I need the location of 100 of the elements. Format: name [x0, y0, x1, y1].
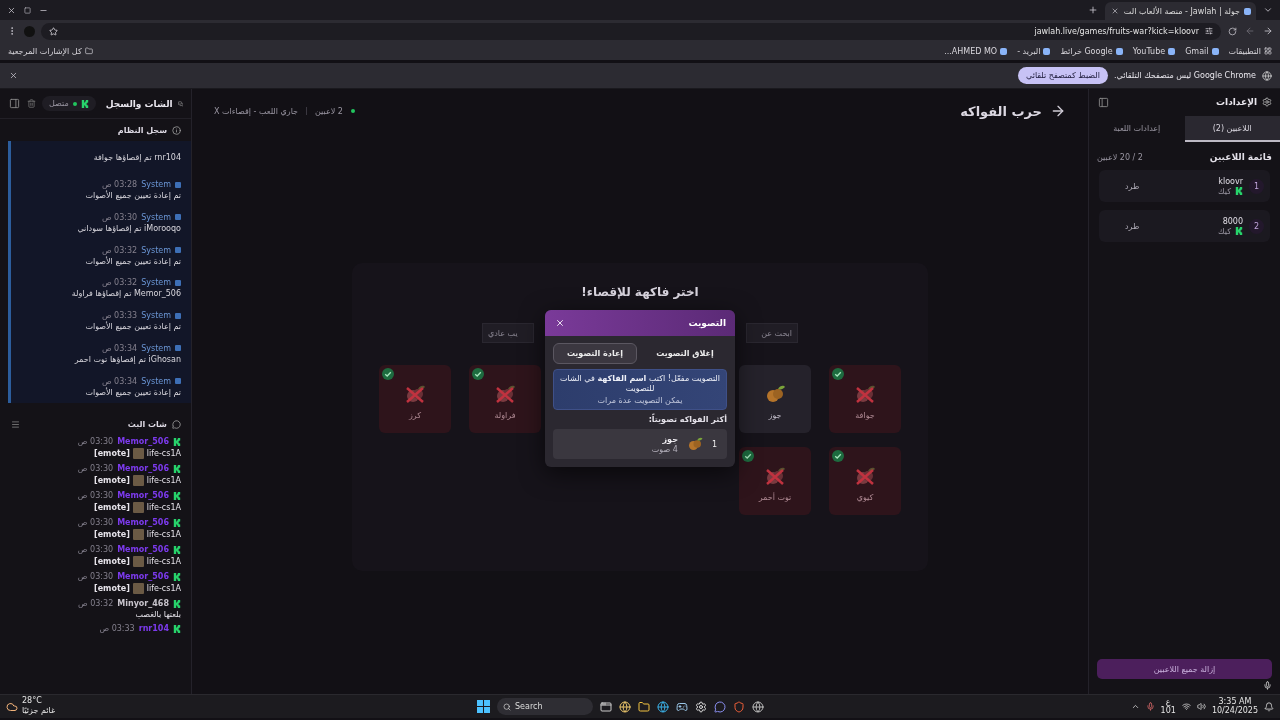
bookmark-link[interactable]: YouTube — [1132, 46, 1176, 56]
bookmark-link[interactable]: التطبيقات — [1228, 46, 1272, 56]
fruit-card[interactable]: فراولة — [469, 365, 541, 433]
chat-bubble-icon[interactable] — [714, 700, 726, 713]
results-title: أكثر الفواكه تصويتاً: — [647, 415, 727, 424]
game-title: حرب الفواكه — [960, 103, 1042, 119]
bookmark-link[interactable]: Gmail — [1185, 46, 1219, 56]
maximize-icon — [24, 6, 31, 14]
set-default-button[interactable]: الضبط كمتصفح تلقائي — [1018, 67, 1108, 84]
player-name: kloovr — [1218, 176, 1243, 186]
section-title: سجل النظام — [117, 125, 167, 135]
maximize-button[interactable] — [23, 5, 32, 15]
log-time: 03:28 ص — [101, 180, 138, 190]
reload-button[interactable] — [1227, 25, 1238, 37]
chat-bubble-icon — [172, 419, 181, 429]
kick-button[interactable]: طرد — [1119, 180, 1146, 192]
platform-logo-icon — [173, 572, 181, 581]
fruit-name: جوز — [768, 411, 782, 420]
chat-username[interactable]: Minyor_468 — [117, 599, 169, 608]
search-field[interactable]: ابحث عن — [746, 323, 798, 343]
platform-logo-icon — [173, 464, 181, 473]
windows-logo-icon[interactable] — [477, 700, 490, 713]
delete-button[interactable] — [26, 98, 37, 109]
fruit-name: كيوي — [856, 493, 874, 502]
clock-time[interactable]: 3:35 AM — [1218, 697, 1252, 707]
vote-note: يمكن التصويت عدة مرات — [597, 396, 683, 405]
bookmark-link[interactable]: Google خرائط — [1060, 46, 1123, 56]
close-icon — [555, 318, 565, 328]
folder-icon[interactable] — [638, 700, 650, 713]
chat-time: 03:30 ص — [77, 545, 114, 554]
sort-select[interactable]: يب عادي — [482, 323, 534, 343]
settings-tab[interactable]: إعدادات اللعبة — [1089, 116, 1185, 142]
close-icon — [7, 5, 16, 15]
platform-logo-icon — [173, 491, 181, 500]
emote-image — [132, 448, 144, 459]
clock-date[interactable]: 10/24/2025 — [1211, 706, 1258, 716]
volume-icon[interactable] — [1196, 702, 1206, 711]
address-bar[interactable]: jawlah.live/games/fruits-war?kick=kloovr — [41, 22, 1221, 40]
bookmark-star-icon[interactable] — [49, 26, 58, 36]
check-badge-icon — [382, 368, 394, 380]
network-icon[interactable] — [1181, 702, 1191, 711]
back-button[interactable] — [1262, 25, 1274, 37]
close-infobar-button[interactable] — [8, 70, 19, 81]
check-badge-icon — [832, 368, 844, 380]
remove-all-players-button[interactable]: إزالة جميع اللاعبين — [1097, 659, 1272, 679]
bookmark-link[interactable]: البريد - — [1017, 46, 1051, 56]
all-bookmarks-link[interactable]: كل الإشارات المرجعية — [8, 46, 93, 56]
kick-button[interactable]: طرد — [1119, 220, 1146, 232]
weather-icon[interactable] — [6, 700, 18, 713]
site-settings-icon[interactable] — [1205, 27, 1213, 35]
microphone-icon[interactable] — [1263, 681, 1272, 690]
player-platform: كيك — [1218, 186, 1231, 196]
site-favicon-icon — [1043, 47, 1051, 55]
bookmark-link[interactable]: AHMED MO... — [944, 46, 1008, 56]
emote-image — [132, 583, 144, 594]
log-message: تم إعادة تعيين جميع الأصوات — [84, 256, 181, 266]
close-icon — [1110, 7, 1119, 15]
platform-logo-icon — [173, 599, 181, 608]
close-icon — [9, 71, 18, 80]
emote-name: life-cs1A — [146, 476, 181, 485]
folder-icon — [84, 47, 93, 55]
fruit-card[interactable]: كيوي — [829, 447, 901, 515]
emote-image — [132, 475, 144, 486]
fruit-card[interactable]: توت أحمر — [739, 447, 811, 515]
notification-icon[interactable] — [1264, 701, 1274, 712]
log-message: تم إعادة تعيين جميع الأصوات — [84, 322, 181, 332]
microphone-icon[interactable] — [1145, 702, 1155, 711]
gear-icon[interactable] — [695, 700, 707, 713]
check-badge-icon — [832, 450, 844, 462]
shield-icon[interactable] — [733, 700, 745, 713]
fruit-card[interactable]: جوافة — [829, 365, 901, 433]
system-icon — [175, 312, 181, 319]
result-fruit-name: جوز — [661, 434, 678, 444]
gamepad-icon[interactable] — [676, 700, 688, 713]
close-button[interactable] — [554, 317, 566, 329]
input-language[interactable]: ع — [1165, 697, 1171, 707]
menu-button[interactable] — [10, 418, 21, 430]
fruit-card[interactable]: كرز — [379, 365, 451, 433]
browser-tab[interactable]: جولة | Jawlah - منصة الألعاب الت — [1104, 2, 1256, 20]
collapse-panel-button[interactable] — [8, 97, 21, 110]
log-message: Memor_506 تم إقصاؤها فراولة — [70, 289, 181, 299]
collapse-panel-button[interactable] — [1097, 95, 1110, 109]
system-icon — [175, 181, 181, 188]
fruit-card[interactable]: جوز — [739, 365, 811, 433]
chat-time: 03:30 ص — [77, 491, 114, 500]
tray-overflow-icon[interactable] — [1130, 702, 1140, 711]
system-icon — [175, 378, 181, 385]
settings-tab[interactable]: اللاعبين (2) — [1184, 116, 1280, 142]
site-favicon-icon — [1168, 47, 1176, 55]
globe-icon[interactable] — [657, 700, 669, 713]
back-arrow-icon[interactable] — [1050, 103, 1066, 119]
platform-logo-icon — [1235, 227, 1243, 235]
globe-icon[interactable] — [752, 700, 764, 713]
task-view-icon[interactable] — [600, 700, 612, 713]
fruit-name: كرز — [408, 411, 422, 420]
vote-action-button[interactable]: إغلاق التصويت — [643, 343, 727, 364]
chat-time: 03:30 ص — [77, 464, 114, 473]
vote-action-button[interactable]: إعادة التصويت — [553, 343, 637, 364]
taskbar-search-field[interactable]: Search — [497, 698, 593, 715]
keyboard-layout[interactable]: 101 — [1160, 706, 1176, 716]
